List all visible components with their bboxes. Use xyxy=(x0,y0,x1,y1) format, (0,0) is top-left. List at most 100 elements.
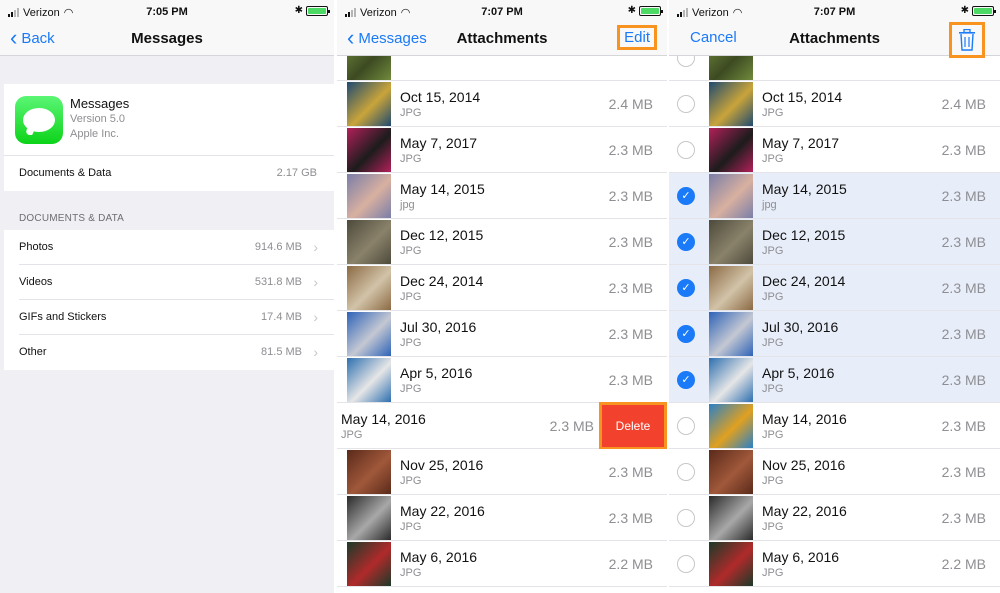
attachment-thumbnail xyxy=(709,312,753,356)
trash-button[interactable] xyxy=(949,22,985,58)
attachment-row[interactable]: May 6, 2016 JPG 2.2 MB xyxy=(669,541,1000,587)
status-time: 7:07 PM xyxy=(813,6,856,18)
attachment-date: Nov 25, 2016 xyxy=(400,457,484,473)
documents-data-row: Documents & Data 2.17 GB xyxy=(4,156,334,191)
attachment-row[interactable]: ✓ Dec 24, 2014 JPG 2.3 MB xyxy=(669,265,1000,311)
selection-circle-icon[interactable] xyxy=(677,417,695,435)
section-header: DOCUMENTS & DATA xyxy=(19,213,125,224)
attachment-size: 2.2 MB xyxy=(608,556,653,572)
attachment-date: Oct 15, 2014 xyxy=(762,89,843,105)
attachment-size: 2.3 MB xyxy=(608,142,653,158)
attachment-thumbnail xyxy=(347,312,391,356)
checkmark-circle-icon[interactable]: ✓ xyxy=(677,371,695,389)
attachment-type: JPG xyxy=(400,567,422,579)
attachment-row[interactable]: May 6, 2016 JPG 2.2 MB xyxy=(337,541,667,587)
navigation-bar: ‹ Messages Attachments Edit xyxy=(337,25,667,56)
attachment-size: 2.3 MB xyxy=(608,510,653,526)
attachment-size: 2.3 MB xyxy=(608,326,653,342)
attachment-type: JPG xyxy=(762,383,784,395)
attachment-thumbnail xyxy=(347,496,391,540)
attachment-size: 2.3 MB xyxy=(608,234,653,250)
trash-icon xyxy=(959,29,975,51)
attachment-type: JPG xyxy=(762,337,784,349)
checkmark-circle-icon[interactable]: ✓ xyxy=(677,233,695,251)
attachment-thumbnail xyxy=(709,404,753,448)
attachment-size: 2.3 MB xyxy=(549,418,594,434)
attachment-type: jpg xyxy=(762,199,777,211)
attachment-size: 2.3 MB xyxy=(941,510,986,526)
attachment-row[interactable]: May 22, 2016 JPG 2.3 MB xyxy=(669,495,1000,541)
status-bar: Verizon ◠ 7:05 PM ✱ xyxy=(0,0,334,26)
selection-circle-icon[interactable] xyxy=(677,463,695,481)
attachment-row[interactable]: May 7, 2017 JPG 2.3 MB xyxy=(337,127,667,173)
attachment-size: 2.3 MB xyxy=(608,280,653,296)
attachment-row[interactable]: Dec 12, 2015 JPG 2.3 MB xyxy=(337,219,667,265)
attachment-row[interactable]: May 22, 2016 JPG 2.3 MB xyxy=(337,495,667,541)
attachments-edit-screen: jpeg2.4 MBOct 15, 2014JPG2.4 MBMay 7, 20… xyxy=(669,0,1000,593)
attachment-size: 2.3 MB xyxy=(608,464,653,480)
attachment-date: May 6, 2016 xyxy=(400,549,478,565)
checkmark-circle-icon[interactable]: ✓ xyxy=(677,325,695,343)
selection-circle-icon[interactable] xyxy=(677,509,695,527)
attachment-row[interactable]: Oct 15, 2014 JPG 2.4 MB xyxy=(337,81,667,127)
selection-circle-icon[interactable] xyxy=(677,555,695,573)
attachment-date: May 7, 2017 xyxy=(400,135,478,151)
navigation-bar: ‹ Back Messages xyxy=(0,26,334,56)
attachment-type: JPG xyxy=(400,245,422,257)
attachment-date: May 6, 2016 xyxy=(762,549,840,565)
attachment-row[interactable]: ✓ Apr 5, 2016 JPG 2.3 MB xyxy=(669,357,1000,403)
attachment-thumbnail xyxy=(709,82,753,126)
attachment-thumbnail xyxy=(347,266,391,310)
attachment-row[interactable]: May 14, 2015 jpg 2.3 MB xyxy=(337,173,667,219)
attachment-thumbnail xyxy=(347,450,391,494)
attachment-row[interactable]: Apr 5, 2016 JPG 2.3 MB xyxy=(337,357,667,403)
attachment-date: May 22, 2016 xyxy=(400,503,485,519)
list-item-photos[interactable]: Photos 914.6 MB › xyxy=(4,230,334,265)
bluetooth-icon: ✱ xyxy=(627,5,636,16)
attachment-row[interactable]: ✓ Dec 12, 2015 JPG 2.3 MB xyxy=(669,219,1000,265)
attachment-row[interactable]: May 7, 2017 JPG 2.3 MB xyxy=(669,127,1000,173)
messages-app-icon xyxy=(15,96,63,144)
checkmark-circle-icon[interactable]: ✓ xyxy=(677,187,695,205)
attachment-size: 2.3 MB xyxy=(941,234,986,250)
storage-settings-screen: Verizon ◠ 7:05 PM ✱ ‹ Back Messages Mess… xyxy=(0,0,334,593)
battery-icon xyxy=(972,5,996,16)
attachment-row[interactable]: Oct 15, 2014 JPG 2.4 MB xyxy=(669,81,1000,127)
attachment-row[interactable]: Dec 24, 2014 JPG 2.3 MB xyxy=(337,265,667,311)
attachment-thumbnail xyxy=(709,496,753,540)
checkmark-circle-icon[interactable]: ✓ xyxy=(677,279,695,297)
attachment-size: 2.3 MB xyxy=(941,188,986,204)
attachment-thumbnail xyxy=(347,128,391,172)
list-item-other[interactable]: Other 81.5 MB › xyxy=(4,335,334,370)
selection-circle-icon[interactable] xyxy=(677,141,695,159)
attachment-date: Jul 30, 2016 xyxy=(762,319,839,335)
attachment-row[interactable]: Jul 30, 2016 JPG 2.3 MB xyxy=(337,311,667,357)
status-time: 7:05 PM xyxy=(146,6,188,18)
attachments-screen: jpeg2.4 MBOct 15, 2014JPG2.4 MBMay 7, 20… xyxy=(337,0,667,593)
attachment-row[interactable]: ✓ May 14, 2015 jpg 2.3 MB xyxy=(669,173,1000,219)
attachment-row[interactable]: Nov 25, 2016 JPG 2.3 MB xyxy=(337,449,667,495)
attachment-thumbnail xyxy=(347,82,391,126)
attachment-row[interactable]: May 14, 2016 JPG 2.3 MB Delete xyxy=(337,402,667,450)
delete-button[interactable]: Delete xyxy=(599,402,667,450)
attachment-thumbnail xyxy=(709,174,753,218)
app-name: Messages xyxy=(70,96,130,111)
list-item-videos[interactable]: Videos 531.8 MB › xyxy=(4,265,334,300)
attachment-type: JPG xyxy=(400,383,422,395)
attachment-date: Apr 5, 2016 xyxy=(400,365,473,381)
attachment-date: Oct 15, 2014 xyxy=(400,89,481,105)
attachment-date: Jul 30, 2016 xyxy=(400,319,477,335)
attachment-type: JPG xyxy=(762,567,784,579)
attachment-date: Nov 25, 2016 xyxy=(762,457,846,473)
attachment-date: May 14, 2015 xyxy=(762,181,847,197)
attachment-row[interactable]: Nov 25, 2016 JPG 2.3 MB xyxy=(669,449,1000,495)
list-item-gifs-stickers[interactable]: GIFs and Stickers 17.4 MB › xyxy=(4,300,334,335)
attachment-type: JPG xyxy=(400,475,422,487)
chevron-right-icon: › xyxy=(313,309,318,325)
attachment-size: 2.3 MB xyxy=(941,326,986,342)
attachment-row[interactable]: May 14, 2016 JPG 2.3 MB xyxy=(669,403,1000,449)
selection-circle-icon[interactable] xyxy=(677,95,695,113)
attachment-thumbnail xyxy=(709,542,753,586)
attachment-row[interactable]: ✓ Jul 30, 2016 JPG 2.3 MB xyxy=(669,311,1000,357)
edit-button[interactable]: Edit xyxy=(617,25,657,50)
